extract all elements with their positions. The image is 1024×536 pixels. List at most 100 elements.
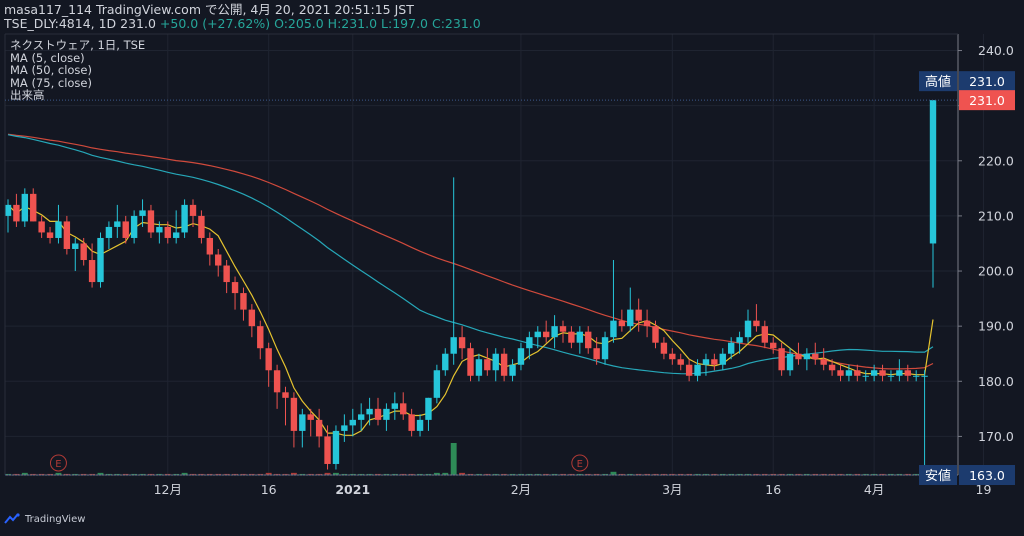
candle-body xyxy=(618,320,626,327)
candle-body xyxy=(845,370,853,376)
candle-body xyxy=(904,370,911,376)
candle-body xyxy=(753,320,760,327)
candle-body xyxy=(770,342,777,349)
candle-body xyxy=(509,364,516,376)
candle-body xyxy=(307,414,314,420)
candle-body xyxy=(240,293,247,310)
candle-body xyxy=(273,370,281,393)
candle-body xyxy=(593,348,600,360)
candle-body xyxy=(559,326,567,332)
low-badge-label: 安値 xyxy=(925,468,951,484)
candle-body xyxy=(576,331,584,343)
candle-body xyxy=(778,348,785,371)
x-tick-label: 16 xyxy=(261,482,277,497)
tradingview-logo-icon xyxy=(4,513,20,524)
candle-body xyxy=(736,337,743,343)
candle-body xyxy=(870,370,878,376)
candle-body xyxy=(332,430,340,464)
price-badges: 高値 231.0 231.0 安値 163.0 xyxy=(5,71,1015,485)
candle-body xyxy=(744,320,752,338)
candle-body xyxy=(400,403,407,415)
candle-body xyxy=(189,204,197,216)
candle-body xyxy=(139,210,146,216)
tradingview-logo[interactable]: TradingView xyxy=(4,513,85,525)
candle-body xyxy=(366,408,373,415)
high-badge-value: 231.0 xyxy=(969,74,1005,89)
candle-body xyxy=(383,408,390,420)
candle-body xyxy=(585,331,592,349)
candle-body xyxy=(601,337,609,360)
legend-ma50[interactable]: MA (50, close) xyxy=(10,64,145,77)
candle-body xyxy=(660,342,668,354)
candle-body xyxy=(534,331,541,338)
candle-body xyxy=(122,221,129,238)
candle-body xyxy=(105,226,113,238)
x-tick-label: 12月 xyxy=(154,482,182,497)
candle-body xyxy=(912,375,920,377)
candle-body xyxy=(13,204,20,222)
y-tick-label: 180.0 xyxy=(978,374,1014,389)
y-tick-label: 220.0 xyxy=(978,153,1014,168)
candle-body xyxy=(467,348,474,376)
candle-body xyxy=(442,353,449,371)
x-tick-label: 4月 xyxy=(864,482,884,497)
candle-body xyxy=(610,320,617,338)
candle-body xyxy=(257,326,264,349)
candlesticks xyxy=(4,100,937,475)
candle-body xyxy=(425,397,432,420)
earnings-marker-label: E xyxy=(577,459,583,470)
candle-body xyxy=(837,370,844,376)
legend-title[interactable]: ネクストウェア, 1日, TSE xyxy=(10,39,145,52)
candle-body xyxy=(484,359,491,371)
candle-body xyxy=(711,359,718,365)
candle-body xyxy=(475,359,483,376)
candle-body xyxy=(156,226,163,233)
candle-body xyxy=(248,309,256,327)
candle-body xyxy=(643,320,651,327)
price-change: +50.0 (+27.62%) xyxy=(159,16,271,31)
candle-body xyxy=(862,375,869,377)
candle-body xyxy=(786,353,794,371)
moving-averages xyxy=(7,133,934,436)
candle-body xyxy=(652,326,659,343)
symbol-line: TSE_DLY:4814, 1D 231.0 +50.0 (+27.62%) O… xyxy=(4,17,481,31)
candle-body xyxy=(215,254,222,266)
candle-body xyxy=(374,408,382,420)
candle-body xyxy=(130,215,138,238)
candle-body xyxy=(921,375,928,377)
candle-body xyxy=(887,375,895,377)
low-badge-value: 163.0 xyxy=(969,468,1005,483)
candle-body xyxy=(416,419,424,431)
candle-body xyxy=(164,226,171,238)
candle-body xyxy=(458,337,466,349)
price-chart[interactable]: 240.0230.0220.0210.0200.0190.0180.0170.0… xyxy=(0,0,1024,536)
x-tick-label: 16 xyxy=(765,482,781,497)
candle-body xyxy=(526,337,533,349)
candle-body xyxy=(324,436,331,464)
candle-body xyxy=(702,359,710,365)
candle-body xyxy=(282,392,289,398)
candle-body xyxy=(896,370,903,376)
candle-body xyxy=(55,221,62,238)
legend-volume[interactable]: 出来高 xyxy=(10,89,145,102)
candle-body xyxy=(21,193,29,222)
candle-body xyxy=(63,221,71,249)
symbol-label: TSE_DLY:4814, 1D 231.0 xyxy=(4,16,156,31)
tradingview-brand: TradingView xyxy=(25,513,86,525)
candle-body xyxy=(669,353,676,360)
y-tick-label: 240.0 xyxy=(978,43,1014,58)
y-tick-label: 200.0 xyxy=(978,264,1014,279)
candle-body xyxy=(727,342,735,354)
candle-body xyxy=(542,331,550,338)
candle-body xyxy=(198,215,205,238)
candle-body xyxy=(812,353,819,360)
candle-body xyxy=(341,425,348,431)
publish-info: masa117_114 TradingView.com で公開, 4月 20, … xyxy=(4,2,414,17)
candle-body xyxy=(677,359,684,365)
candle-body xyxy=(828,364,836,371)
earnings-marker-label: E xyxy=(55,459,61,470)
candle-body xyxy=(719,353,726,365)
high-badge-label: 高値 xyxy=(925,74,951,90)
candle-body xyxy=(231,282,239,294)
x-tick-label: 2月 xyxy=(511,482,531,497)
